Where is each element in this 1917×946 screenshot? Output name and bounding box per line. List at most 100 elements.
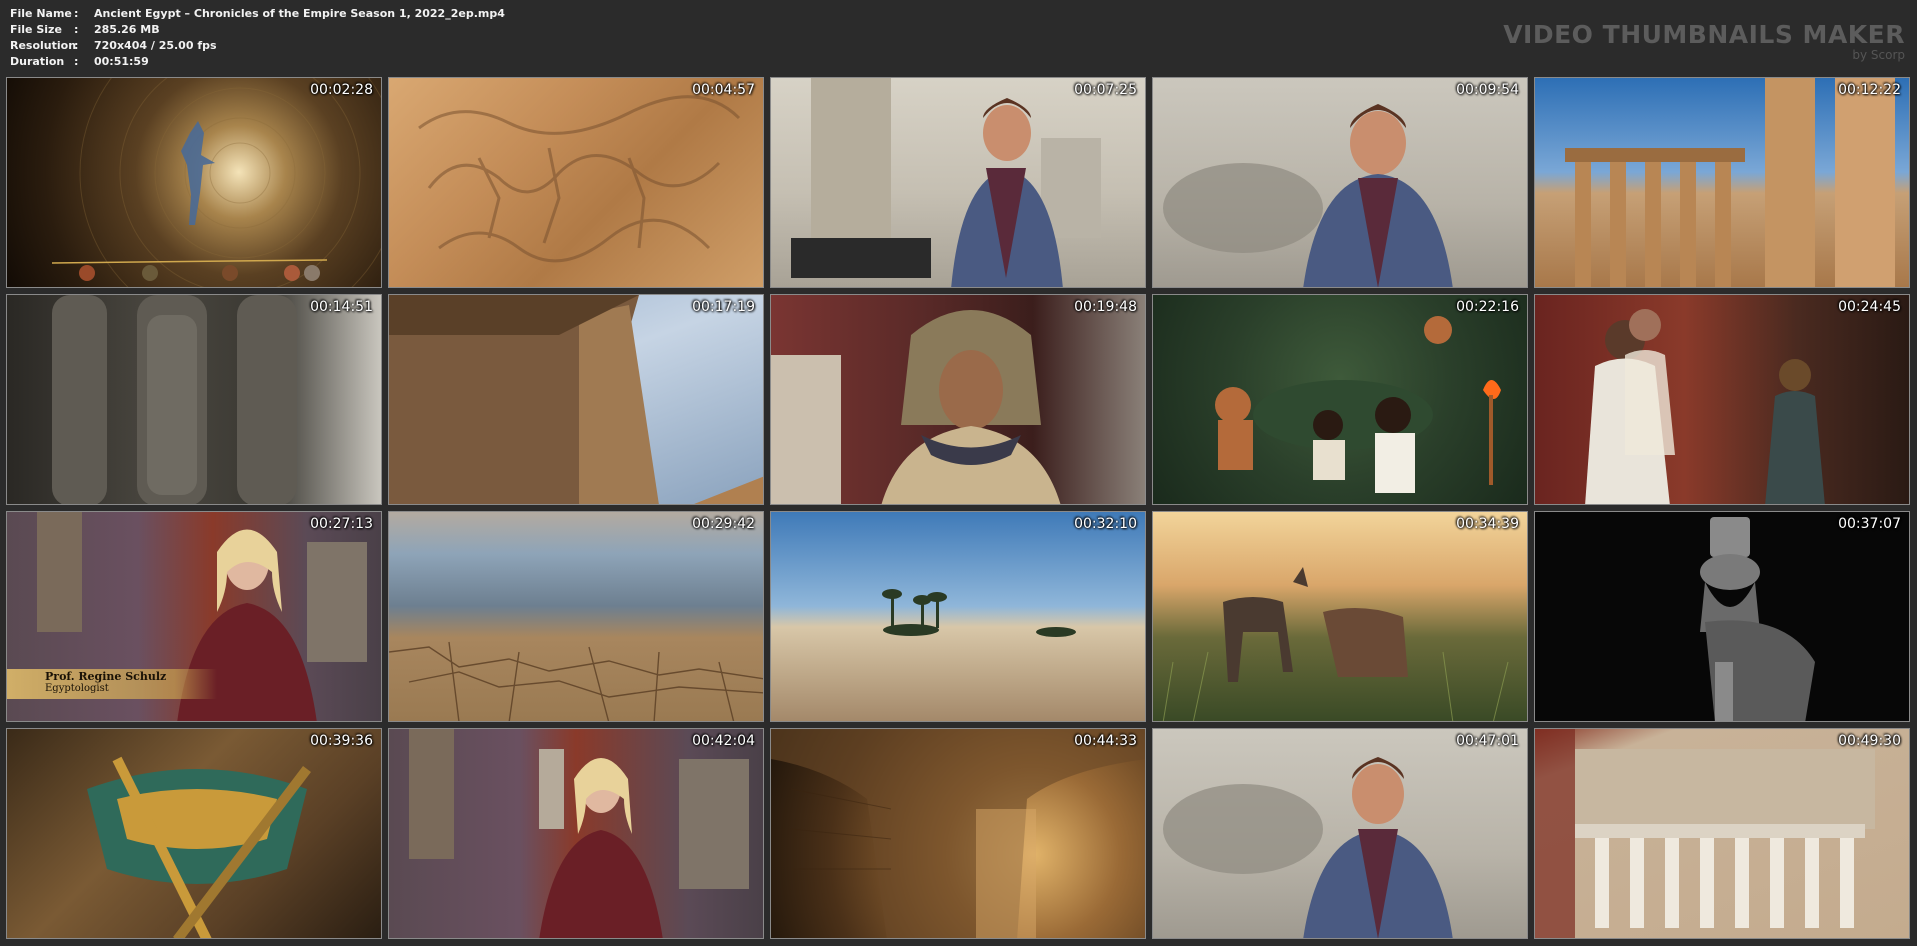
thumbnail-image	[771, 78, 1145, 287]
thumbnail-image	[1153, 512, 1527, 721]
brand-subtitle: by Scorp	[1852, 48, 1905, 62]
thumbnail-image	[1153, 295, 1527, 504]
pylon-art	[389, 295, 763, 504]
temple-model-art	[1535, 729, 1875, 938]
header: File Name : Ancient Egypt – Chronicles o…	[0, 0, 1917, 76]
separator: :	[74, 39, 79, 52]
thumbnail-11[interactable]: 00:27:13 Prof. Regine Schulz Egyptologis…	[6, 511, 382, 722]
brand-watermark: VIDEO THUMBNAILS MAKER by Scorp	[1503, 20, 1905, 63]
thumbnail-3[interactable]: 00:07:25	[770, 77, 1146, 288]
thumbnail-timestamp: 00:24:45	[1838, 299, 1901, 315]
thumbnail-timestamp: 00:34:39	[1456, 516, 1519, 532]
timeline-tunnel-art	[51, 78, 381, 287]
separator: :	[74, 23, 79, 36]
thumbnail-18[interactable]: 00:44:33	[770, 728, 1146, 939]
thumbnail-timestamp: 00:12:22	[1838, 82, 1901, 98]
file-name-value: Ancient Egypt – Chronicles of the Empire…	[94, 7, 505, 20]
speaker-name: Prof. Regine Schulz	[45, 670, 167, 683]
thumbnail-image	[7, 295, 381, 504]
thumbnail-2[interactable]: 00:04:57	[388, 77, 764, 288]
thumbnail-timestamp: 00:42:04	[692, 733, 755, 749]
thumbnail-8[interactable]: 00:19:48	[770, 294, 1146, 505]
thumbnail-timestamp: 00:04:57	[692, 82, 755, 98]
file-size-row: File Size : 285.26 MB	[10, 22, 505, 38]
thumbnail-timestamp: 00:22:16	[1456, 299, 1519, 315]
goats-art	[1162, 567, 1509, 721]
thumbnail-13[interactable]: 00:32:10	[770, 511, 1146, 722]
thumbnail-19[interactable]: 00:47:01	[1152, 728, 1528, 939]
separator: :	[74, 7, 79, 20]
thumbnail-timestamp: 00:17:19	[692, 299, 755, 315]
duration-row: Duration : 00:51:59	[10, 54, 505, 70]
thumbnail-1[interactable]: 00:02:28	[6, 77, 382, 288]
thumbnail-image	[1535, 295, 1909, 504]
file-size-label: File Size	[10, 23, 62, 36]
lower-third-caption: Prof. Regine Schulz Egyptologist	[7, 669, 217, 699]
resolution-row: Resolution : 720x404 / 25.00 fps	[10, 38, 505, 54]
thumbnail-17[interactable]: 00:42:04	[388, 728, 764, 939]
thumbnail-image	[771, 512, 1145, 721]
thumbnail-grid: 00:02:28 00:04:57 00:07:25 00:09:54 00:1…	[6, 77, 1910, 939]
thumbnail-image	[1535, 78, 1909, 287]
pharaoh-art	[771, 310, 1061, 504]
thumbnail-timestamp: 00:29:42	[692, 516, 755, 532]
thumbnail-image	[771, 295, 1145, 504]
brand-title: VIDEO THUMBNAILS MAKER	[1503, 20, 1905, 49]
cracked-earth-art	[389, 641, 763, 721]
file-name-label: File Name	[10, 7, 72, 20]
thumbnail-4[interactable]: 00:09:54	[1152, 77, 1528, 288]
thumbnail-6[interactable]: 00:14:51	[6, 294, 382, 505]
thumbnail-timestamp: 00:14:51	[310, 299, 373, 315]
thumbnail-image	[389, 729, 763, 938]
thumbnail-7[interactable]: 00:17:19	[388, 294, 764, 505]
statues-art	[52, 295, 297, 504]
duration-label: Duration	[10, 55, 65, 68]
resolution-label: Resolution	[10, 39, 77, 52]
thumbnail-timestamp: 00:07:25	[1074, 82, 1137, 98]
file-info: File Name : Ancient Egypt – Chronicles o…	[10, 6, 505, 70]
thumbnail-14[interactable]: 00:34:39	[1152, 511, 1528, 722]
stone-relief-art	[418, 95, 741, 263]
thumbnail-9[interactable]: 00:22:16	[1152, 294, 1528, 505]
temple-art	[1565, 78, 1895, 287]
thumbnail-16[interactable]: 00:39:36	[6, 728, 382, 939]
thumbnail-timestamp: 00:49:30	[1838, 733, 1901, 749]
thumbnail-15[interactable]: 00:37:07	[1534, 511, 1910, 722]
thumbnail-image	[7, 78, 381, 287]
separator: :	[74, 55, 79, 68]
thumbnail-10[interactable]: 00:24:45	[1534, 294, 1910, 505]
file-size-value: 285.26 MB	[94, 23, 160, 36]
interview-art	[409, 729, 749, 938]
thumbnail-image	[1153, 729, 1527, 938]
interview-art	[1163, 757, 1453, 938]
thumbnail-image	[1535, 729, 1909, 938]
thumbnail-20[interactable]: 00:49:30	[1534, 728, 1910, 939]
interview-art	[1163, 104, 1453, 287]
thumbnail-timestamp: 00:09:54	[1456, 82, 1519, 98]
tomb-corridor-art	[771, 729, 1145, 938]
duration-value: 00:51:59	[94, 55, 149, 68]
thumbnail-5[interactable]: 00:12:22	[1534, 77, 1910, 288]
hathor-statue-art	[1700, 517, 1815, 721]
animated-feast-art	[1215, 316, 1501, 493]
thumbnail-image	[1535, 512, 1909, 721]
thumbnail-timestamp: 00:27:13	[310, 516, 373, 532]
interview-art	[791, 78, 1101, 287]
thumbnail-image	[1153, 78, 1527, 287]
thumbnail-image	[389, 512, 763, 721]
file-name-row: File Name : Ancient Egypt – Chronicles o…	[10, 6, 505, 22]
thumbnail-image	[389, 295, 763, 504]
resolution-value: 720x404 / 25.00 fps	[94, 39, 217, 52]
palace-art	[1585, 309, 1825, 504]
pharaoh-collar-art	[87, 756, 311, 938]
thumbnail-timestamp: 00:39:36	[310, 733, 373, 749]
thumbnail-12[interactable]: 00:29:42	[388, 511, 764, 722]
thumbnail-timestamp: 00:19:48	[1074, 299, 1137, 315]
thumbnail-timestamp: 00:37:07	[1838, 516, 1901, 532]
thumbnail-image	[7, 729, 381, 938]
speaker-role: Egyptologist	[45, 683, 109, 694]
desert-oasis-art	[882, 589, 1076, 637]
thumbnail-timestamp: 00:44:33	[1074, 733, 1137, 749]
thumbnail-image	[771, 729, 1145, 938]
thumbnail-timestamp: 00:47:01	[1456, 733, 1519, 749]
